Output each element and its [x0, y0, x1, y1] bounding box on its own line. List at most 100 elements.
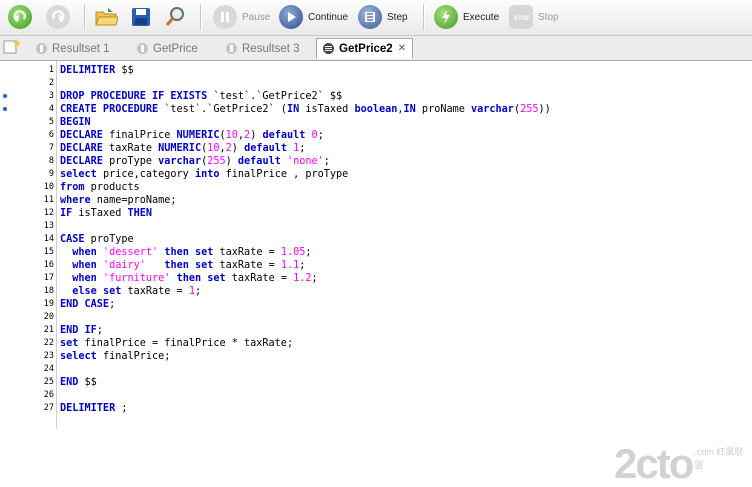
sql-keyword: then set	[164, 260, 214, 271]
sql-number: 255	[520, 104, 539, 115]
magnifier-icon	[163, 5, 187, 29]
sql-keyword: boolean	[354, 104, 398, 115]
code-line: 21 END IF;	[0, 324, 752, 337]
code-text: select price,category into finalPrice , …	[60, 168, 348, 181]
new-document-icon	[3, 38, 23, 57]
tab-getprice[interactable]: GetPrice	[137, 38, 198, 59]
sql-keyword: when	[72, 247, 97, 258]
sql-text: price,category	[96, 169, 195, 180]
sql-keyword: then set	[176, 273, 226, 284]
line-number: 3	[48, 91, 54, 101]
sql-text: ;	[317, 130, 324, 141]
line-number: 19	[43, 299, 54, 309]
open-folder-button[interactable]	[94, 3, 118, 31]
sql-string: 'dessert'	[102, 247, 159, 258]
sql-number: 1.05	[280, 247, 306, 258]
back-button[interactable]	[8, 3, 32, 31]
new-tab-button[interactable]	[3, 37, 23, 58]
forward-button[interactable]	[46, 3, 70, 31]
code-line: 25 END $$	[0, 376, 752, 389]
code-line: 4 CREATE PROCEDURE `test`.`GetPrice2` (IN…	[0, 103, 752, 116]
code-line: 23 select finalPrice;	[0, 350, 752, 363]
sql-string: 'dairy'	[102, 260, 146, 271]
line-number: 26	[43, 390, 54, 400]
sql-text: ;	[194, 286, 202, 297]
sql-keyword: BEGIN	[60, 117, 91, 128]
result-icon	[137, 43, 148, 54]
close-icon[interactable]: ✕	[398, 43, 406, 54]
sql-text: $$	[78, 377, 97, 388]
line-number: 2	[48, 78, 54, 88]
line-number: 24	[43, 364, 54, 374]
continue-label: Continue	[308, 11, 349, 23]
sql-keyword: then set	[164, 247, 214, 258]
sql-text: finalPrice , proType	[219, 169, 349, 180]
sql-text: ))	[538, 104, 551, 115]
execute-button[interactable]: Execute	[434, 3, 499, 31]
sql-text: proType	[102, 156, 159, 167]
code-text: END IF;	[60, 324, 103, 337]
watermark: 2cto .com 红黑联盟	[614, 443, 752, 485]
sql-keyword: NUMERIC	[158, 143, 202, 154]
line-number: 12	[43, 208, 54, 218]
code-text: select finalPrice;	[60, 350, 170, 363]
sql-text: taxRate =	[121, 286, 189, 297]
line-number: 8	[48, 156, 54, 166]
sql-keyword: DELIMITER	[60, 65, 116, 76]
line-number: 9	[48, 169, 54, 179]
search-button[interactable]	[163, 3, 187, 31]
tab-label: GetPrice2	[339, 42, 393, 55]
line-number: 18	[43, 286, 54, 296]
sql-keyword: IN	[286, 104, 300, 115]
line-number: 1	[48, 65, 54, 75]
code-line: 17 when 'furniture' then set taxRate = 1…	[0, 272, 752, 285]
result-icon	[226, 43, 237, 54]
tab-bar: Resultset 1 GetPrice Resultset 3 GetPric…	[0, 36, 752, 61]
line-number: 27	[43, 403, 54, 413]
sql-text: ;	[96, 325, 103, 336]
sql-keyword: varchar	[471, 104, 514, 115]
line-number: 23	[43, 351, 54, 361]
tab-resultset-1[interactable]: Resultset 1	[36, 38, 110, 59]
sql-keyword: DROP PROCEDURE IF EXISTS	[60, 91, 208, 102]
sql-text: ;	[311, 273, 318, 284]
continue-button[interactable]: Continue	[279, 3, 348, 31]
code-text: where name=proName;	[60, 194, 177, 207]
execute-label: Execute	[463, 11, 500, 23]
sql-text: )	[231, 143, 245, 154]
code-text: set finalPrice = finalPrice * taxRate;	[60, 337, 293, 350]
sql-number: 10	[225, 130, 238, 141]
code-line: 24	[0, 363, 752, 376]
pause-icon	[213, 5, 237, 29]
sql-keyword: from	[60, 182, 85, 193]
sql-text: taxRate =	[213, 247, 281, 258]
sql-text: )	[225, 156, 238, 167]
sql-keyword: CASE	[60, 234, 85, 245]
sql-keyword: select	[60, 351, 97, 362]
line-number: 5	[48, 117, 54, 127]
save-button[interactable]	[129, 3, 153, 31]
stop-button[interactable]: STOP Stop	[509, 3, 559, 31]
sql-string: 'furniture'	[102, 273, 171, 284]
code-text: CASE proType	[60, 233, 134, 246]
line-number: 15	[43, 247, 54, 257]
sql-text: taxRate =	[213, 260, 281, 271]
sql-keyword: default	[237, 156, 281, 167]
sql-number: 1.2	[293, 273, 312, 284]
code-line: 13	[0, 220, 752, 233]
sql-editor[interactable]: 1 DELIMITER $$ 2 3 DROP PROCEDURE IF EXISTS …	[0, 61, 752, 485]
code-line: 19 END CASE;	[0, 298, 752, 311]
tab-getprice2[interactable]: GetPrice2 ✕	[316, 38, 414, 59]
code-text: from products	[60, 181, 140, 194]
pause-button[interactable]: Pause	[213, 3, 270, 31]
sql-number: 255	[207, 156, 226, 167]
tab-resultset-3[interactable]: Resultset 3	[226, 38, 300, 59]
sql-text: `test`.`GetPrice2` (	[158, 104, 287, 115]
play-icon	[279, 5, 303, 29]
sql-keyword: set	[60, 338, 79, 349]
step-button[interactable]: Step	[358, 3, 408, 31]
code-line: 1 DELIMITER $$	[0, 64, 752, 77]
sql-text: name=proName;	[90, 195, 177, 206]
